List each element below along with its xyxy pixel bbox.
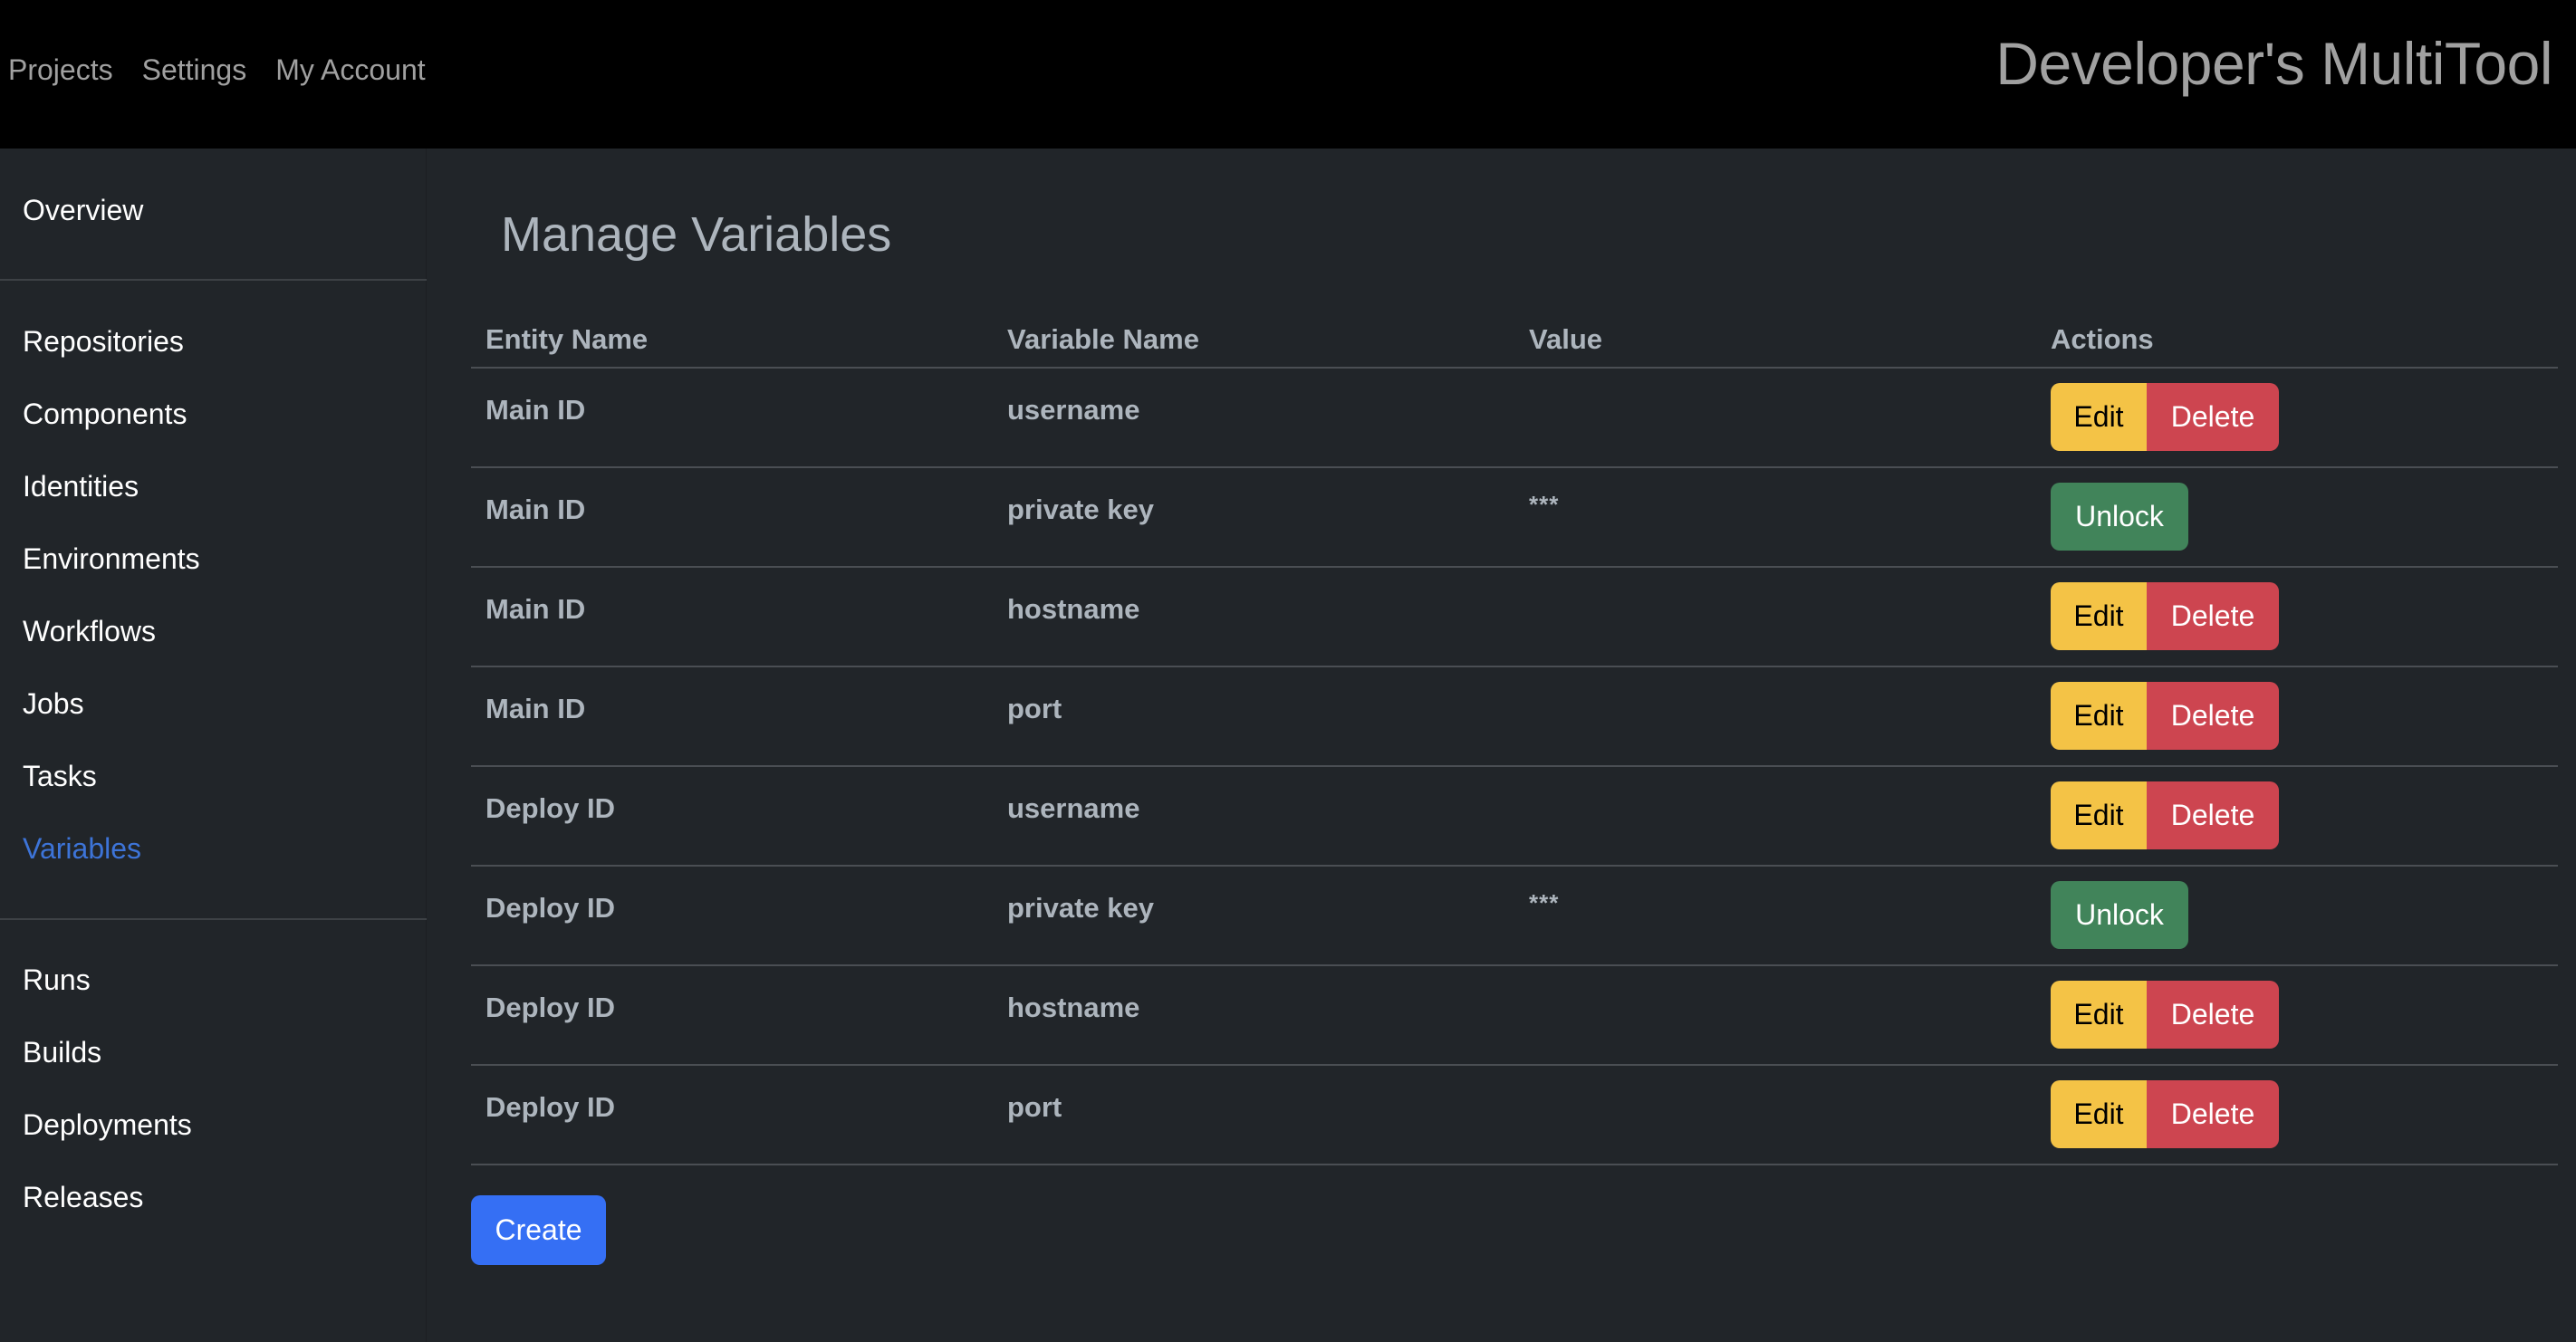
variable-name-cell: port (993, 1065, 1514, 1165)
sidebar-divider (0, 279, 427, 281)
sidebar-item-components[interactable]: Components (23, 396, 187, 432)
sidebar-item-repositories[interactable]: Repositories (23, 323, 184, 359)
sidebar: Overview Repositories Components Identit… (0, 149, 427, 1342)
value-cell (1514, 368, 2036, 468)
sidebar-item-workflows[interactable]: Workflows (23, 613, 156, 649)
actions-cell: Edit Delete (2036, 567, 2558, 667)
actions-cell: Edit Delete (2036, 368, 2558, 468)
table-row: Deploy ID private key *** Unlock (471, 866, 2558, 966)
actions-cell: Edit Delete (2036, 965, 2558, 1066)
actions-cell: Edit Delete (2036, 666, 2558, 767)
edit-button[interactable]: Edit (2051, 582, 2147, 650)
sidebar-item-identities[interactable]: Identities (23, 468, 139, 504)
variable-name-cell: hostname (993, 965, 1514, 1066)
entity-name-cell: Deploy ID (471, 766, 993, 867)
variable-name-cell: username (993, 766, 1514, 867)
column-header-value: Value (1514, 304, 2036, 369)
sidebar-item-deployments[interactable]: Deployments (23, 1107, 192, 1143)
table-row: Deploy ID username Edit Delete (471, 766, 2558, 867)
table-row: Main ID port Edit Delete (471, 666, 2558, 767)
unlock-button[interactable]: Unlock (2051, 483, 2188, 551)
sidebar-item-variables[interactable]: Variables (23, 830, 141, 867)
delete-button[interactable]: Delete (2147, 682, 2279, 750)
sidebar-item-environments[interactable]: Environments (23, 541, 200, 577)
create-button[interactable]: Create (471, 1195, 606, 1265)
row-action-group: Edit Delete (2051, 682, 2279, 750)
column-header-variable-name: Variable Name (993, 304, 1514, 369)
sidebar-item-overview[interactable]: Overview (23, 192, 143, 228)
table-header-row: Entity Name Variable Name Value Actions (471, 304, 2558, 369)
value-cell (1514, 766, 2036, 867)
variable-name-cell: private key (993, 866, 1514, 966)
top-nav: Projects Settings My Account (8, 50, 426, 90)
sidebar-item-tasks[interactable]: Tasks (23, 758, 97, 794)
row-action-group: Edit Delete (2051, 781, 2279, 849)
row-action-group: Edit Delete (2051, 1080, 2279, 1148)
value-cell: *** (1514, 467, 2036, 568)
sidebar-item-builds[interactable]: Builds (23, 1034, 101, 1070)
edit-button[interactable]: Edit (2051, 682, 2147, 750)
actions-cell: Edit Delete (2036, 766, 2558, 867)
actions-cell: Unlock (2036, 467, 2558, 568)
delete-button[interactable]: Delete (2147, 582, 2279, 650)
edit-button[interactable]: Edit (2051, 781, 2147, 849)
edit-button[interactable]: Edit (2051, 383, 2147, 451)
value-cell (1514, 567, 2036, 667)
sidebar-item-releases[interactable]: Releases (23, 1179, 143, 1215)
column-header-actions: Actions (2036, 304, 2558, 369)
top-navbar: Projects Settings My Account Developer's… (0, 0, 2576, 149)
value-cell (1514, 666, 2036, 767)
delete-button[interactable]: Delete (2147, 781, 2279, 849)
sidebar-divider (0, 918, 427, 920)
value-cell (1514, 965, 2036, 1066)
actions-cell: Edit Delete (2036, 1065, 2558, 1165)
entity-name-cell: Deploy ID (471, 866, 993, 966)
page-title: Manage Variables (501, 207, 892, 262)
entity-name-cell: Main ID (471, 467, 993, 568)
sidebar-item-runs[interactable]: Runs (23, 962, 91, 998)
table-row: Main ID private key *** Unlock (471, 467, 2558, 568)
variables-table: Entity Name Variable Name Value Actions … (471, 304, 2558, 1165)
delete-button[interactable]: Delete (2147, 981, 2279, 1049)
value-cell (1514, 1065, 2036, 1165)
variable-name-cell: hostname (993, 567, 1514, 667)
entity-name-cell: Main ID (471, 368, 993, 468)
row-action-group: Edit Delete (2051, 582, 2279, 650)
table-row: Main ID username Edit Delete (471, 368, 2558, 468)
variable-name-cell: port (993, 666, 1514, 767)
nav-projects[interactable]: Projects (8, 50, 113, 90)
delete-button[interactable]: Delete (2147, 383, 2279, 451)
table-row: Deploy ID port Edit Delete (471, 1065, 2558, 1165)
entity-name-cell: Main ID (471, 666, 993, 767)
table-row: Deploy ID hostname Edit Delete (471, 965, 2558, 1066)
actions-cell: Unlock (2036, 866, 2558, 966)
variable-name-cell: username (993, 368, 1514, 468)
edit-button[interactable]: Edit (2051, 1080, 2147, 1148)
value-cell: *** (1514, 866, 2036, 966)
main-content: Manage Variables Entity Name Variable Na… (428, 149, 2576, 1342)
unlock-button[interactable]: Unlock (2051, 881, 2188, 949)
nav-settings[interactable]: Settings (142, 50, 247, 90)
sidebar-item-jobs[interactable]: Jobs (23, 685, 84, 722)
entity-name-cell: Main ID (471, 567, 993, 667)
nav-my-account[interactable]: My Account (275, 50, 425, 90)
table-row: Main ID hostname Edit Delete (471, 567, 2558, 667)
app-title: Developer's MultiTool (1995, 30, 2552, 97)
column-header-entity-name: Entity Name (471, 304, 993, 369)
edit-button[interactable]: Edit (2051, 981, 2147, 1049)
entity-name-cell: Deploy ID (471, 965, 993, 1066)
delete-button[interactable]: Delete (2147, 1080, 2279, 1148)
entity-name-cell: Deploy ID (471, 1065, 993, 1165)
row-action-group: Edit Delete (2051, 981, 2279, 1049)
variable-name-cell: private key (993, 467, 1514, 568)
row-action-group: Edit Delete (2051, 383, 2279, 451)
